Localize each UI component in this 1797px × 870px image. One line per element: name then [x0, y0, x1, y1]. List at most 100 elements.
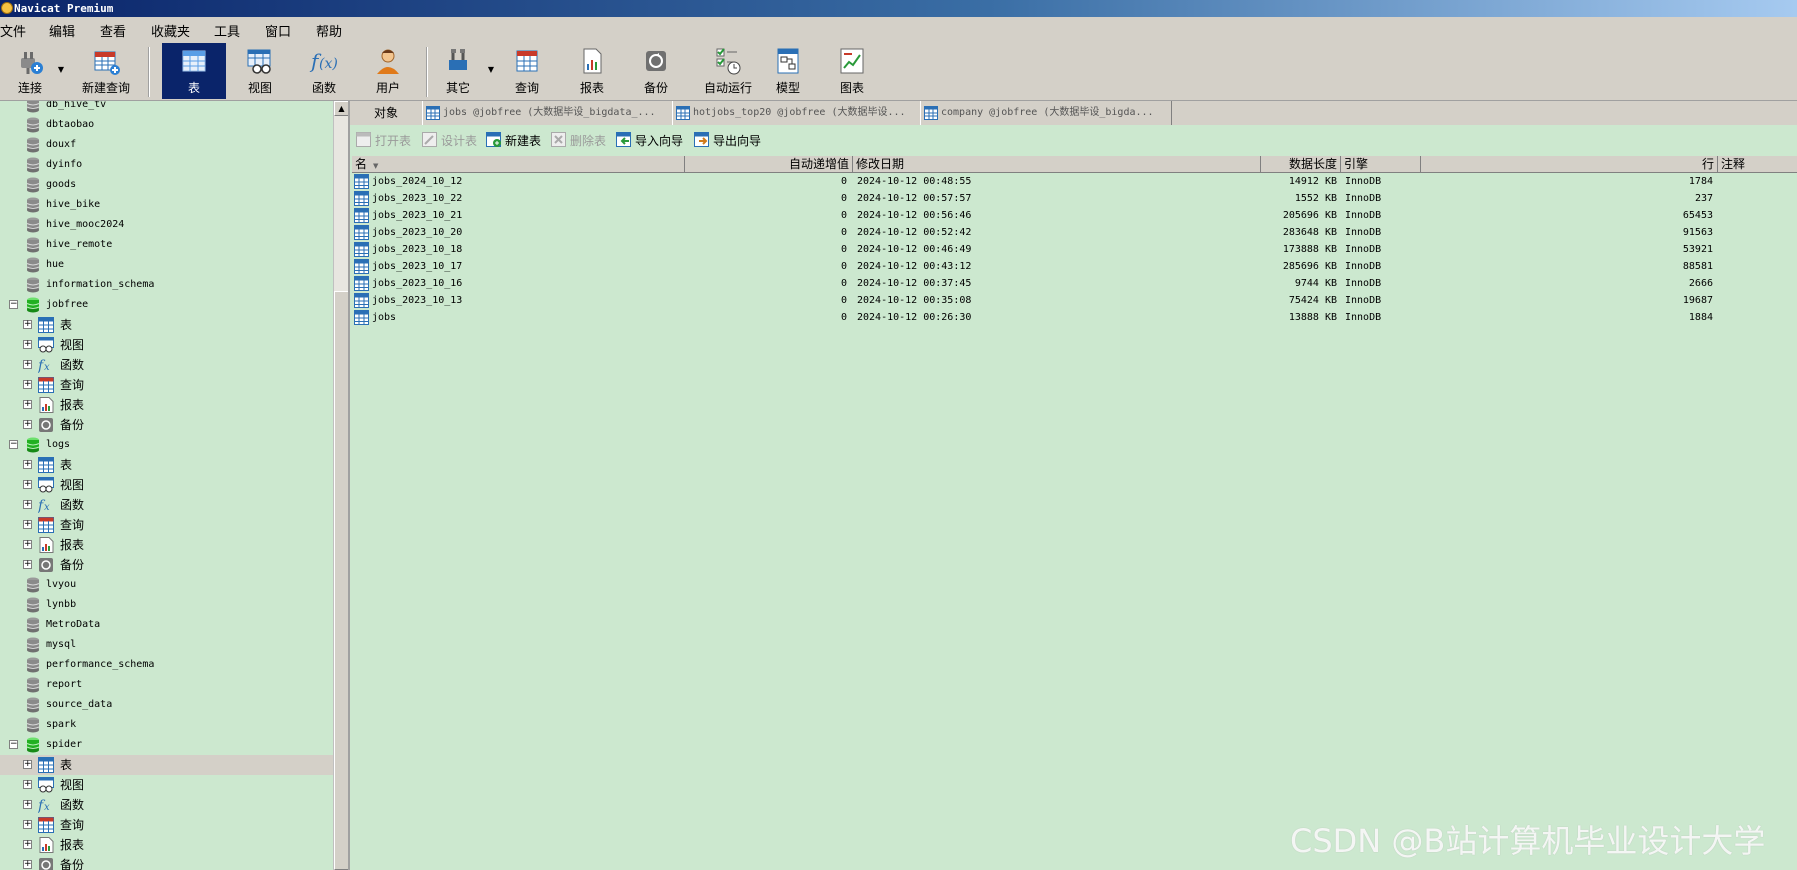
tree-item-db-douxf[interactable]: douxf [0, 135, 333, 155]
tree-item-db-lvyou[interactable]: lvyou [0, 575, 333, 595]
menu-help[interactable]: 帮助 [316, 21, 342, 40]
expand-icon[interactable]: + [23, 420, 32, 429]
table-button[interactable]: 表 [162, 43, 226, 99]
other-dropdown[interactable]: ▼ [486, 61, 496, 74]
tree-item-logs-view[interactable]: + 视图 [0, 475, 333, 495]
tab-jobs[interactable]: jobs @jobfree (大数据毕设_bigdata_... [422, 101, 674, 125]
report-button[interactable]: 报表 [568, 43, 616, 99]
tree-item-db-hive-bike[interactable]: hive_bike [0, 195, 333, 215]
backup-button[interactable]: 备份 [632, 43, 680, 99]
tree-item-db-report[interactable]: report [0, 675, 333, 695]
expand-icon[interactable]: + [23, 400, 32, 409]
tree-item-db-spider[interactable]: − spider [0, 735, 333, 755]
expand-icon[interactable]: + [23, 800, 32, 809]
chart-button[interactable]: 图表 [828, 43, 876, 99]
table-row[interactable]: jobs_2023_10_17 0 2024-10-12 00:43:12 28569… [352, 258, 1797, 275]
connect-button[interactable]: 连接 [8, 43, 52, 99]
expand-icon[interactable]: + [23, 460, 32, 469]
tree-item-jobfree-report[interactable]: + 报表 [0, 395, 333, 415]
tree-item-db-mysql[interactable]: mysql [0, 635, 333, 655]
tree-item-jobfree-backup[interactable]: + 备份 [0, 415, 333, 435]
menu-favorites[interactable]: 收藏夹 [151, 21, 190, 40]
column-header-comment[interactable]: 注释 [1718, 156, 1797, 172]
tree-scrollbar[interactable]: ▲ [333, 101, 349, 870]
tree-item-db-logs[interactable]: − logs [0, 435, 333, 455]
tree-item-spider-view[interactable]: + 视图 [0, 775, 333, 795]
expand-icon[interactable]: + [23, 560, 32, 569]
menu-edit[interactable]: 编辑 [49, 21, 75, 40]
autorun-button[interactable]: 自动运行 [696, 43, 760, 99]
scroll-thumb[interactable] [334, 291, 349, 870]
expand-icon[interactable]: + [23, 840, 32, 849]
connect-dropdown[interactable]: ▼ [56, 61, 66, 74]
tree-item-db-source-data[interactable]: source_data [0, 695, 333, 715]
tab-company[interactable]: company @jobfree (大数据毕设_bigda... [920, 101, 1172, 125]
table-row[interactable]: jobs 0 2024-10-12 00:26:30 13888 KB InnoDB 18… [352, 309, 1797, 326]
tree-item-db-lynbb[interactable]: lynbb [0, 595, 333, 615]
table-row[interactable]: jobs_2023_10_18 0 2024-10-12 00:46:49 17388… [352, 241, 1797, 258]
other-button[interactable]: 其它 [436, 43, 480, 99]
tree-item-db-hue[interactable]: hue [0, 255, 333, 275]
tree-item-db-spark[interactable]: spark [0, 715, 333, 735]
tree-item-db-information-schema[interactable]: information_schema [0, 275, 333, 295]
tree-item-jobfree-query[interactable]: + 查询 [0, 375, 333, 395]
new-query-button[interactable]: 新建查询 [72, 43, 140, 99]
tree-item-spider-query[interactable]: + 查询 [0, 815, 333, 835]
model-button[interactable]: 模型 [764, 43, 812, 99]
user-button[interactable]: 用户 [362, 43, 414, 99]
menu-tools[interactable]: 工具 [214, 21, 240, 40]
query-button[interactable]: 查询 [504, 43, 550, 99]
tree-item-logs-function[interactable]: + f x 函数 [0, 495, 333, 515]
tree-item-db-dbtaobao[interactable]: dbtaobao [0, 115, 333, 135]
menu-window[interactable]: 窗口 [265, 21, 291, 40]
tree-item-jobfree-table[interactable]: + 表 [0, 315, 333, 335]
expand-icon[interactable]: + [23, 320, 32, 329]
expand-icon[interactable]: + [23, 500, 32, 509]
column-header-name[interactable]: 名 ▼ [352, 156, 685, 172]
collapse-icon[interactable]: − [9, 740, 18, 749]
tree-item-db-hive-remote[interactable]: hive_remote [0, 235, 333, 255]
tree-item-jobfree-function[interactable]: + f x 函数 [0, 355, 333, 375]
view-button[interactable]: 视图 [234, 43, 286, 99]
expand-icon[interactable]: + [23, 820, 32, 829]
collapse-icon[interactable]: − [9, 300, 18, 309]
design-table-button[interactable]: 设计表 [422, 131, 480, 149]
menu-view[interactable]: 查看 [100, 21, 126, 40]
tree-item-db-jobfree[interactable]: − jobfree [0, 295, 333, 315]
delete-table-button[interactable]: 删除表 [551, 131, 609, 149]
expand-icon[interactable]: + [23, 520, 32, 529]
tree-item-spider-report[interactable]: + 报表 [0, 835, 333, 855]
scroll-up-arrow-icon[interactable]: ▲ [334, 101, 349, 116]
export-wizard-button[interactable]: 导出向导 [694, 131, 764, 149]
table-row[interactable]: jobs_2023_10_20 0 2024-10-12 00:52:42 28364… [352, 224, 1797, 241]
tree-item-logs-query[interactable]: + 查询 [0, 515, 333, 535]
tab-hotjobs-top20[interactable]: hotjobs_top20 @jobfree (大数据毕设... [672, 101, 922, 125]
expand-icon[interactable]: + [23, 760, 32, 769]
expand-icon[interactable]: + [23, 340, 32, 349]
tree-item-db-db-hive-tv[interactable]: db_hive_tv [0, 101, 333, 115]
tree-item-db-goods[interactable]: goods [0, 175, 333, 195]
tree-item-logs-backup[interactable]: + 备份 [0, 555, 333, 575]
tab-object[interactable]: 对象 [350, 101, 422, 125]
tree-item-spider-backup[interactable]: + 备份 [0, 855, 333, 870]
tree-item-db-dyinfo[interactable]: dyinfo [0, 155, 333, 175]
tree-item-logs-report[interactable]: + 报表 [0, 535, 333, 555]
column-header-engine[interactable]: 引擎 [1341, 156, 1421, 172]
table-row[interactable]: jobs_2023_10_21 0 2024-10-12 00:56:46 20569… [352, 207, 1797, 224]
open-table-button[interactable]: 打开表 [356, 131, 414, 149]
menu-file[interactable]: 文件 [0, 21, 26, 40]
tree-item-spider-function[interactable]: + f x 函数 [0, 795, 333, 815]
column-header-data-length[interactable]: 数据长度 [1261, 156, 1341, 172]
tree-item-db-metrodata[interactable]: MetroData [0, 615, 333, 635]
new-table-button[interactable]: 新建表 [486, 131, 544, 149]
tree-item-db-hive-mooc2024[interactable]: hive_mooc2024 [0, 215, 333, 235]
tree-item-logs-table[interactable]: + 表 [0, 455, 333, 475]
expand-icon[interactable]: + [23, 480, 32, 489]
column-header-rows[interactable]: 行 [1421, 156, 1718, 172]
expand-icon[interactable]: + [23, 380, 32, 389]
expand-icon[interactable]: + [23, 860, 32, 869]
tree-item-db-performance-schema[interactable]: performance_schema [0, 655, 333, 675]
import-wizard-button[interactable]: 导入向导 [616, 131, 686, 149]
table-row[interactable]: jobs_2023_10_16 0 2024-10-12 00:37:45 9744 … [352, 275, 1797, 292]
collapse-icon[interactable]: − [9, 440, 18, 449]
